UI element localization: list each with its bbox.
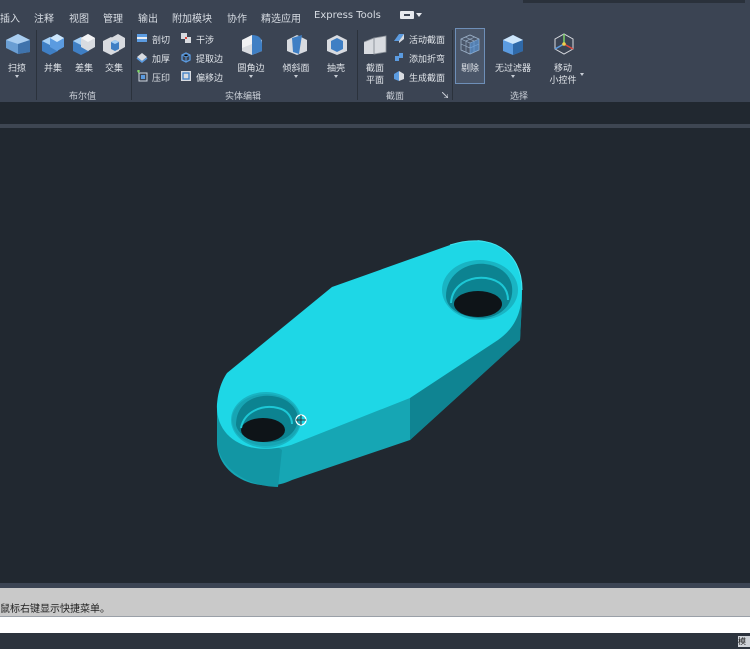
thicken-label: 加厚 bbox=[152, 55, 171, 65]
section-plane-label-2: 平面 bbox=[365, 76, 384, 86]
chevron-down-icon bbox=[511, 75, 515, 78]
tab-addins[interactable]: 附加模块 bbox=[172, 10, 212, 25]
panel-separator bbox=[36, 30, 37, 100]
extract-edges-icon bbox=[181, 52, 191, 63]
chevron-down-icon bbox=[580, 73, 584, 76]
tab-insert[interactable]: 插入 bbox=[0, 10, 20, 25]
culling-label: 剔除 bbox=[460, 64, 479, 74]
orbit-cursor-icon bbox=[295, 414, 307, 426]
panel-title-solid-editing: 实体编辑 bbox=[225, 92, 262, 102]
live-section-label: 活动截面 bbox=[409, 36, 446, 46]
chevron-down-icon bbox=[249, 75, 253, 78]
slice-icon bbox=[137, 34, 147, 42]
intersect-label: 交集 bbox=[104, 64, 123, 74]
taper-face-button[interactable]: 倾斜面 bbox=[278, 28, 314, 88]
move-gizmo-button[interactable]: 移动 小控件 bbox=[543, 28, 584, 88]
shell-label: 抽壳 bbox=[326, 64, 345, 74]
ribbon-gap bbox=[0, 102, 750, 124]
command-input[interactable] bbox=[0, 616, 750, 634]
shell-icon bbox=[327, 35, 347, 55]
command-history-text: 鼠标右键显示快捷菜单。 bbox=[0, 604, 110, 615]
panel-expand-arrow-icon[interactable] bbox=[442, 92, 448, 98]
live-section-icon bbox=[394, 34, 404, 43]
title-bar-fragment bbox=[523, 0, 745, 3]
panel-separator bbox=[452, 30, 453, 100]
taper-face-icon bbox=[287, 35, 307, 55]
status-bar: 模 bbox=[0, 633, 750, 649]
imprint-label: 压印 bbox=[152, 74, 171, 84]
subtract-button[interactable]: 差集 bbox=[70, 28, 98, 88]
panel-separator bbox=[357, 30, 358, 100]
fillet-edge-button[interactable]: 圆角边 bbox=[233, 28, 269, 88]
intersect-icon bbox=[103, 34, 125, 55]
subtract-icon bbox=[73, 34, 95, 55]
interfere-label: 干涉 bbox=[196, 36, 215, 46]
thicken-icon bbox=[136, 53, 148, 63]
chevron-down-icon bbox=[294, 75, 298, 78]
union-label: 并集 bbox=[43, 64, 62, 74]
offset-edge-icon bbox=[181, 71, 191, 81]
move-gizmo-icon bbox=[554, 33, 574, 55]
union-button[interactable]: 并集 bbox=[39, 28, 67, 88]
offset-edge-label: 偏移边 bbox=[196, 74, 224, 84]
tab-express-tools[interactable]: Express Tools bbox=[314, 10, 381, 21]
union-icon bbox=[42, 34, 64, 55]
culling-icon bbox=[460, 34, 480, 55]
generate-section-icon bbox=[394, 71, 404, 81]
culling-button[interactable]: 剔除 bbox=[455, 28, 485, 84]
no-filter-icon bbox=[503, 35, 523, 55]
command-history: 鼠标右键显示快捷菜单。 bbox=[0, 588, 750, 616]
sweep-label: 扫掠 bbox=[7, 64, 26, 74]
section-plane-button[interactable]: 截面 平面 bbox=[360, 28, 390, 88]
no-filter-button[interactable]: 无过滤器 bbox=[490, 28, 536, 88]
tab-output[interactable]: 输出 bbox=[138, 10, 158, 25]
tab-annotate[interactable]: 注释 bbox=[34, 10, 54, 25]
sweep-button[interactable]: 扫掠 bbox=[2, 28, 32, 88]
add-jog-icon bbox=[395, 53, 403, 61]
model-space-tab[interactable]: 模 bbox=[738, 636, 750, 647]
panel-title-boolean: 布尔值 bbox=[69, 92, 97, 102]
panel-title-section: 截面 bbox=[386, 92, 405, 102]
chevron-down-icon bbox=[334, 75, 338, 78]
tab-view[interactable]: 视图 bbox=[69, 10, 89, 25]
extract-edges-label: 提取边 bbox=[196, 55, 224, 65]
sweep-icon bbox=[6, 34, 30, 54]
tab-manage[interactable]: 管理 bbox=[103, 10, 123, 25]
chevron-down-icon bbox=[15, 75, 19, 78]
section-plane-icon bbox=[363, 35, 387, 55]
intersect-button[interactable]: 交集 bbox=[100, 28, 128, 88]
subtract-label: 差集 bbox=[74, 64, 93, 74]
panel-title-selection: 选择 bbox=[510, 92, 529, 102]
workspace-toggle-icon[interactable] bbox=[400, 11, 422, 20]
add-jog-label: 添加折弯 bbox=[409, 55, 446, 65]
panel-separator bbox=[131, 30, 132, 100]
solid-model[interactable] bbox=[216, 240, 523, 487]
tab-collaborate[interactable]: 协作 bbox=[227, 10, 247, 25]
slice-label: 剖切 bbox=[152, 36, 171, 46]
tab-featured-apps[interactable]: 精选应用 bbox=[261, 10, 301, 25]
menu-bar: 插入 注释 视图 管理 输出 附加模块 协作 精选应用 Express Tool… bbox=[0, 0, 750, 26]
model-canvas[interactable] bbox=[0, 128, 750, 583]
move-gizmo-label-2: 小控件 bbox=[549, 76, 577, 86]
shell-button[interactable]: 抽壳 bbox=[320, 28, 352, 88]
generate-section-label: 生成截面 bbox=[409, 74, 446, 84]
fillet-edge-icon bbox=[242, 35, 262, 55]
no-filter-label: 无过滤器 bbox=[494, 64, 531, 74]
ribbon: 扫掠 并集 差集 交集 布尔值 剖切 加厚 压印 干涉 提取边 偏移边 圆角边 … bbox=[0, 26, 750, 102]
interfere-icon bbox=[181, 33, 191, 43]
drawing-viewport[interactable] bbox=[0, 128, 750, 583]
fillet-edge-label: 圆角边 bbox=[237, 64, 265, 74]
imprint-icon bbox=[137, 70, 148, 82]
taper-face-label: 倾斜面 bbox=[282, 64, 310, 74]
